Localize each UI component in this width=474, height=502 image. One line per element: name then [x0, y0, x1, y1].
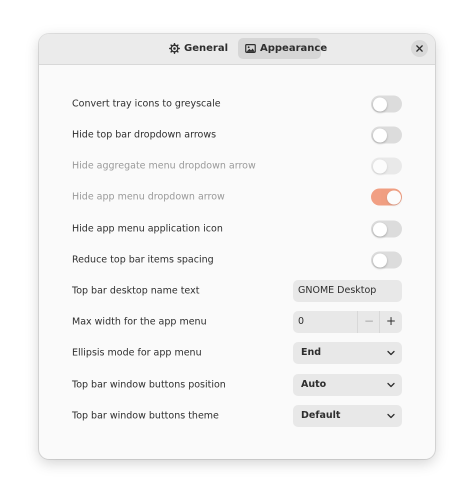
preferences-window: General Appearance Convert tray icons to… — [39, 34, 435, 459]
convert-tray-icons-switch[interactable] — [371, 95, 402, 113]
setting-row-window-buttons-theme: Top bar window buttons theme Default — [72, 405, 402, 427]
setting-row-hide-app-menu-icon: Hide app menu application icon — [72, 218, 402, 240]
tab-general-label: General — [184, 43, 228, 54]
close-button[interactable] — [411, 40, 428, 57]
ellipsis-mode-dropdown[interactable]: End — [293, 342, 402, 364]
dropdown-value: Auto — [301, 379, 327, 390]
setting-row-hide-app-menu-arrow: Hide app menu dropdown arrow — [72, 186, 402, 208]
hide-app-menu-icon-switch[interactable] — [371, 220, 402, 238]
tab-general[interactable]: General — [162, 38, 228, 59]
increment-button[interactable]: + — [379, 311, 402, 333]
switch-knob — [372, 222, 387, 236]
dropdown-value: Default — [301, 410, 341, 421]
setting-label: Top bar desktop name text — [72, 285, 200, 297]
setting-label: Max width for the app menu — [72, 316, 207, 328]
setting-label: Top bar window buttons position — [72, 379, 226, 391]
setting-row-hide-aggregate-menu-arrow: Hide aggregate menu dropdown arrow — [72, 155, 402, 177]
setting-row-desktop-name: Top bar desktop name text GNOME Desktop — [72, 280, 402, 302]
reduce-spacing-switch[interactable] — [371, 251, 402, 269]
chevron-down-icon — [387, 350, 395, 356]
header-bar: General Appearance — [39, 34, 435, 65]
switch-knob — [372, 97, 387, 111]
image-icon — [245, 43, 256, 54]
setting-row-ellipsis-mode: Ellipsis mode for app menu End — [72, 342, 402, 364]
setting-label: Reduce top bar items spacing — [72, 254, 214, 266]
setting-label: Hide app menu application icon — [72, 223, 223, 235]
max-width-input[interactable]: 0 — [298, 311, 304, 333]
hide-top-bar-arrows-switch[interactable] — [371, 126, 402, 144]
setting-row-hide-top-bar-arrows: Hide top bar dropdown arrows — [72, 124, 402, 146]
close-icon — [416, 45, 423, 52]
switch-knob — [372, 159, 387, 173]
decrement-button[interactable]: − — [357, 311, 380, 333]
switch-knob — [386, 190, 401, 204]
desktop-name-input[interactable]: GNOME Desktop — [293, 280, 402, 302]
setting-label: Hide aggregate menu dropdown arrow — [72, 160, 256, 172]
setting-row-convert-tray-icons: Convert tray icons to greyscale — [72, 93, 402, 115]
tab-appearance-label: Appearance — [260, 43, 328, 54]
chevron-down-icon — [387, 413, 395, 419]
setting-row-max-width: Max width for the app menu 0 − + — [72, 311, 402, 333]
window-buttons-position-dropdown[interactable]: Auto — [293, 374, 402, 396]
setting-label: Hide top bar dropdown arrows — [72, 129, 217, 141]
max-width-spinbutton: 0 − + — [293, 311, 402, 333]
switch-knob — [372, 128, 387, 142]
setting-row-window-buttons-position: Top bar window buttons position Auto — [72, 374, 402, 396]
tab-appearance[interactable]: Appearance — [238, 38, 327, 59]
hide-aggregate-menu-arrow-switch[interactable] — [371, 157, 402, 175]
window-buttons-theme-dropdown[interactable]: Default — [293, 405, 402, 427]
setting-row-reduce-spacing: Reduce top bar items spacing — [72, 249, 402, 271]
setting-label: Top bar window buttons theme — [72, 410, 219, 422]
setting-label: Hide app menu dropdown arrow — [72, 191, 225, 203]
setting-label: Convert tray icons to greyscale — [72, 98, 221, 110]
hide-app-menu-arrow-switch[interactable] — [371, 188, 402, 206]
dropdown-value: End — [301, 347, 322, 358]
switch-knob — [372, 253, 387, 267]
setting-label: Ellipsis mode for app menu — [72, 347, 202, 359]
gear-icon — [169, 43, 180, 54]
chevron-down-icon — [387, 382, 395, 388]
